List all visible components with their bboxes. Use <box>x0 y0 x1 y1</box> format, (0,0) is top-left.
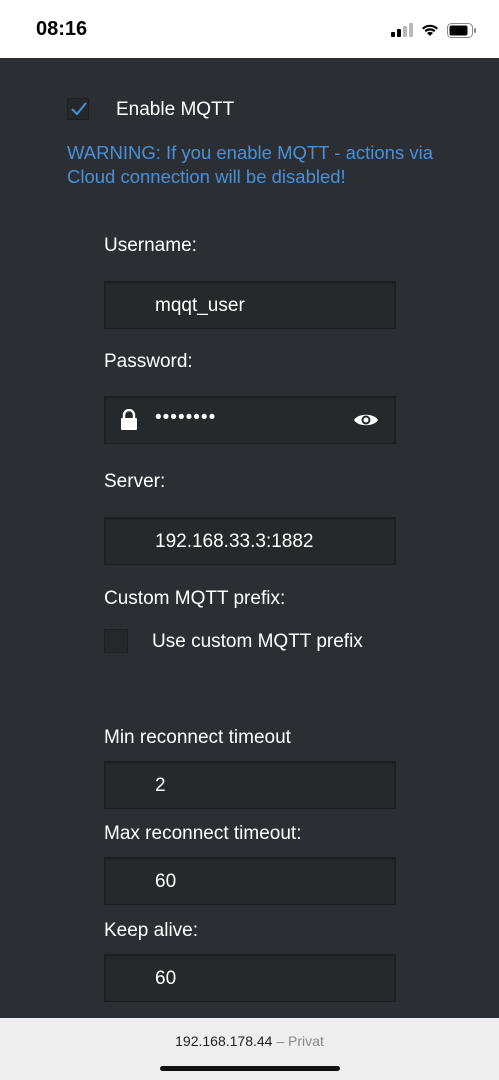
browser-address-bar[interactable]: 192.168.178.44 – Privat <box>0 1018 499 1080</box>
wifi-icon <box>422 24 438 36</box>
min-reconnect-value: 2 <box>155 775 166 796</box>
username-value: mqqt_user <box>155 295 245 316</box>
max-reconnect-label: Max reconnect timeout: <box>104 823 302 844</box>
mqtt-settings-panel: Enable MQTT WARNING: If you enable MQTT … <box>0 58 499 1018</box>
status-bar: 08:16 <box>0 0 499 58</box>
custom-prefix-label: Custom MQTT prefix: <box>104 588 286 609</box>
custom-prefix-checkbox-label: Use custom MQTT prefix <box>152 631 363 652</box>
keep-alive-label: Keep alive: <box>104 920 199 941</box>
signal-icon <box>391 23 413 37</box>
home-indicator[interactable] <box>160 1066 340 1071</box>
server-value: 192.168.33.3:1882 <box>155 531 314 552</box>
url-text: 192.168.178.44 <box>175 1033 273 1049</box>
keep-alive-value: 60 <box>155 968 177 989</box>
username-label: Username: <box>104 235 197 256</box>
password-field[interactable]: •••••••• <box>104 396 396 444</box>
battery-icon <box>447 22 476 38</box>
check-icon <box>71 102 87 116</box>
status-time: 08:16 <box>36 18 88 40</box>
server-label: Server: <box>104 471 166 492</box>
status-icons <box>391 20 477 40</box>
show-password-eye-icon[interactable] <box>353 411 379 429</box>
max-reconnect-value: 60 <box>155 871 177 892</box>
username-field[interactable]: mqqt_user <box>104 281 396 329</box>
mqtt-warning: WARNING: If you enable MQTT - actions vi… <box>67 142 433 187</box>
private-mode-label: Privat <box>288 1033 324 1049</box>
lock-icon <box>121 409 137 430</box>
server-field[interactable]: 192.168.33.3:1882 <box>104 517 396 565</box>
url-separator: – <box>276 1033 285 1049</box>
address-display[interactable]: 192.168.178.44 – Privat <box>0 1033 499 1049</box>
enable-mqtt-checkbox[interactable] <box>67 98 89 120</box>
enable-mqtt-label: Enable MQTT <box>116 99 235 120</box>
keep-alive-field[interactable]: 60 <box>104 954 396 1002</box>
max-reconnect-field[interactable]: 60 <box>104 857 396 905</box>
min-reconnect-label: Min reconnect timeout <box>104 727 291 748</box>
min-reconnect-field[interactable]: 2 <box>104 761 396 809</box>
password-label: Password: <box>104 351 193 372</box>
custom-prefix-checkbox[interactable] <box>104 629 128 653</box>
password-value: •••••••• <box>155 407 217 428</box>
